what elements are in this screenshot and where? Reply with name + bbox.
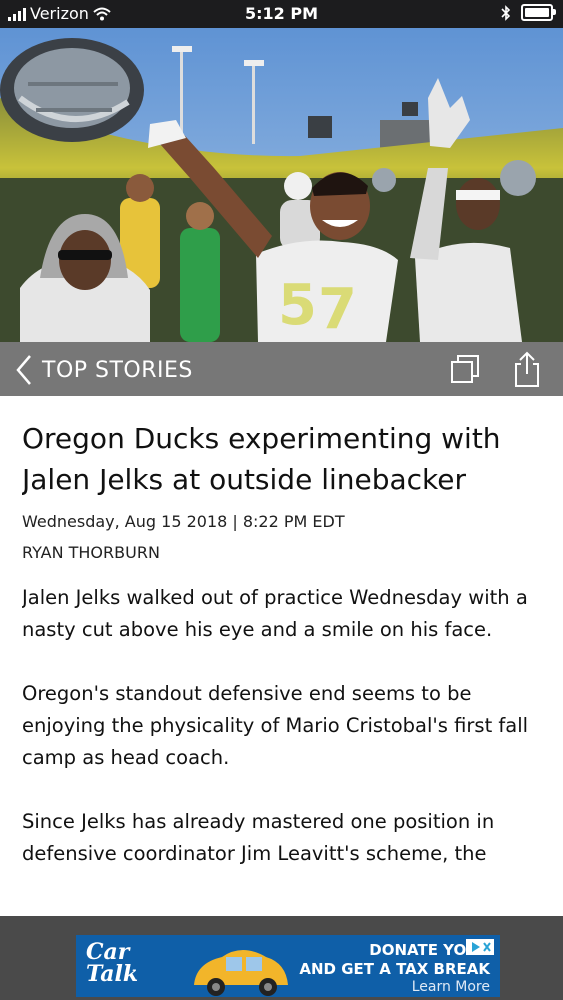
status-bar: Verizon 5:12 PM (0, 0, 563, 28)
tabs-icon (451, 355, 479, 383)
svg-text:7: 7 (318, 277, 357, 342)
article: Oregon Ducks experimenting with Jalen Je… (22, 396, 541, 916)
bluetooth-icon (501, 4, 511, 21)
share-icon (515, 351, 539, 387)
ad-container: Car Talk DONATE YOUR AND GET A TAX BREAK… (0, 916, 563, 1000)
article-paragraph: Oregon's standout defensive end seems to… (22, 682, 529, 769)
car-icon (194, 950, 288, 996)
chevron-left-icon (16, 355, 31, 385)
tabs-button[interactable] (448, 354, 482, 384)
ad-logo: Car Talk (86, 939, 139, 987)
article-author[interactable]: RYAN THORBURN (22, 543, 541, 562)
ad-learn-more[interactable]: Learn More (412, 979, 490, 995)
svg-text:5: 5 (278, 273, 317, 338)
article-paragraph: Since Jelks has already mastered one pos… (22, 810, 495, 865)
back-button[interactable]: TOP STORIES (16, 354, 193, 386)
hero-photo: 5 7 (0, 28, 563, 342)
article-body: Jalen Jelks walked out of practice Wedne… (22, 582, 541, 870)
battery-icon (521, 4, 556, 21)
ad-choices-icon[interactable] (466, 939, 494, 955)
share-button[interactable] (510, 350, 544, 388)
ad-text: DONATE YOUR AND GET A TAX BREAK (299, 941, 490, 978)
article-headline: Oregon Ducks experimenting with Jalen Je… (22, 422, 501, 496)
article-paragraph: Jalen Jelks walked out of practice Wedne… (22, 586, 528, 641)
nav-bar: TOP STORIES (0, 342, 563, 396)
clock: 5:12 PM (244, 4, 318, 23)
ad-banner[interactable]: Car Talk DONATE YOUR AND GET A TAX BREAK… (76, 935, 500, 997)
back-button-label: TOP STORIES (42, 357, 193, 383)
article-dateline: Wednesday, Aug 15 2018 | 8:22 PM EDT (22, 512, 345, 531)
